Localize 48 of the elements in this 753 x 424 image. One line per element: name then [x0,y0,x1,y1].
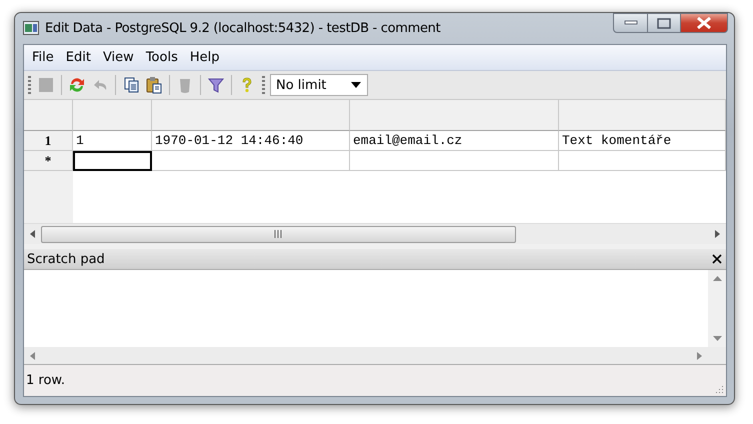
table-cell[interactable]: 1970-01-12 14:46:40 [152,131,350,151]
maximize-icon [657,18,671,28]
left-arrow-icon[interactable] [30,230,35,238]
row-header[interactable]: * [24,151,73,171]
table-cell[interactable]: Text komentáře [559,131,726,151]
table-cell[interactable]: 1 [73,131,152,151]
close-icon [696,17,712,29]
limit-dropdown[interactable]: No limit [270,74,368,96]
caret-icon [351,82,361,88]
column-header[interactable] [152,100,350,131]
menu-item[interactable]: File [26,50,60,65]
grip-icon [274,230,283,238]
horizontal-scrollbar[interactable] [24,223,726,244]
table-cell[interactable] [559,151,726,171]
close-button[interactable] [681,13,728,33]
vertical-scrollbar[interactable] [708,270,726,347]
column-header[interactable] [350,100,559,131]
row-header[interactable]: 1 [24,131,73,151]
maximize-button[interactable] [648,13,681,33]
window-title: Edit Data - PostgreSQL 9.2 (localhost:5432) - testDB - comment [45,21,440,36]
minimize-icon [624,20,638,26]
horizontal-scrollbar[interactable] [24,347,726,364]
menu-item[interactable]: Tools [140,50,184,65]
right-arrow-icon[interactable] [715,230,720,238]
column-header[interactable] [73,100,152,131]
app-icon [23,21,39,35]
toolbar-grip[interactable] [262,76,265,94]
status-text: 1 row. [26,373,65,388]
minimize-button[interactable] [613,13,648,33]
column-header[interactable] [559,100,726,131]
close-icon[interactable] [712,254,722,264]
table-cell[interactable] [73,151,152,171]
table-cell[interactable] [350,151,559,171]
toolbar-grip[interactable] [28,76,31,94]
menu-item[interactable]: Help [184,50,226,65]
menu-item[interactable]: View [96,50,140,65]
down-arrow-icon[interactable] [712,336,722,341]
resize-grip-icon[interactable] [714,384,724,394]
paste-icon[interactable] [144,75,164,95]
table-cell[interactable] [152,151,350,171]
left-arrow-icon[interactable] [30,352,35,360]
menu-item[interactable]: Edit [60,50,97,65]
table-cell[interactable]: email@email.cz [350,131,559,151]
up-arrow-icon[interactable] [712,276,722,281]
panel-title: Scratch pad [27,252,105,266]
scrollbar-thumb[interactable] [41,226,516,242]
right-arrow-icon[interactable] [697,352,702,360]
corner-header[interactable] [24,100,73,131]
